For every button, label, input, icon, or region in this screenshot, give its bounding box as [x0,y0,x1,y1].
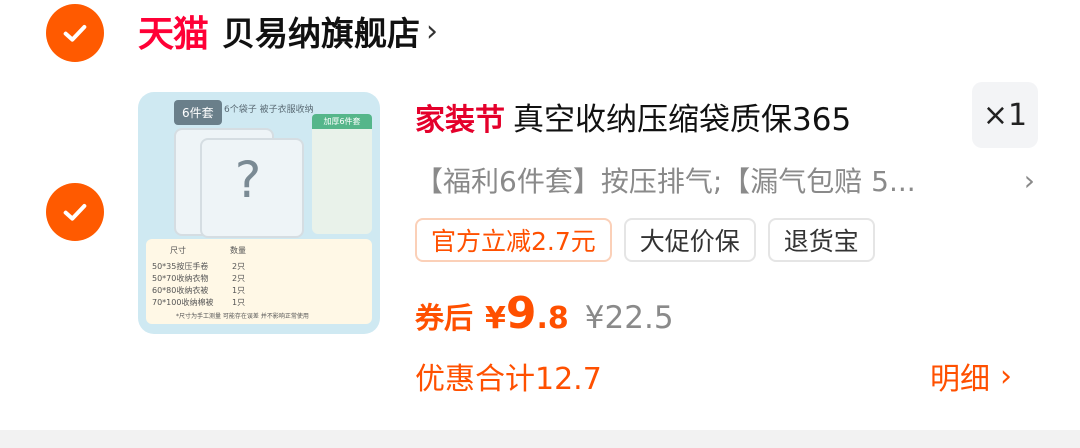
section-divider [0,430,1080,448]
price-currency: ¥ [485,301,506,336]
store-name[interactable]: 贝易纳旗舰店 [222,7,420,55]
table-header-size: 尺寸 [170,246,186,255]
thumbnail-subtitle: 6个袋子 被子衣服收纳 [224,105,314,115]
chip-official-discount: 官方立减2.7元 [415,218,612,262]
chevron-right-icon: › [1000,358,1012,394]
promo-tag: 家装节 [415,102,505,138]
checkmark-icon [63,204,87,221]
service-tags: 官方立减2.7元 大促价保 退货宝 [415,218,875,262]
quantity-stepper[interactable]: ×1 [972,82,1038,148]
table-cell: 2只 [232,274,246,283]
table-header-qty: 数量 [230,246,246,255]
original-price: ¥22.5 [584,300,674,336]
table-cell: 1只 [232,286,246,295]
chip-return-insurance: 退货宝 [767,218,875,262]
product-thumbnail[interactable]: 6件套 6个袋子 被子衣服收纳 ? 加厚6件套 尺寸 数量 50*35按压手卷 … [138,92,380,334]
table-cell: 1只 [232,298,246,307]
table-cell: 50*35按压手卷 [152,262,209,271]
feature-panel-header: 加厚6件套 [312,114,372,129]
detail-label: 明细 [930,362,990,397]
table-cell: 70*100收纳棉被 [152,298,214,307]
price-integer: 9 [505,288,537,339]
item-title[interactable]: 真空收纳压缩袋质保365 [513,94,851,139]
table-footnote: *尺寸为手工测量 可能存在误差 并不影响正常使用 [176,313,309,320]
item-title-row[interactable]: 家装节 真空收纳压缩袋质保365 [415,94,851,139]
question-mark-icon: ? [234,151,262,209]
coupon-price-label: 券后 [415,301,474,335]
checkmark-icon [63,25,87,42]
thumbnail-size-table: 尺寸 数量 50*35按压手卷 2只 50*70收纳衣物 2只 60*80收纳衣… [146,239,372,324]
table-cell: 50*70收纳衣物 [152,274,209,283]
thumbnail-tag: 6件套 [174,100,222,125]
discount-detail-button[interactable]: 明细 › [930,354,1012,398]
table-cell: 60*80收纳衣被 [152,286,209,295]
store-select-checkbox[interactable] [46,4,104,62]
store-header[interactable]: 天猫 贝易纳旗舰店 › [138,6,438,56]
sku-text: 【福利6件套】按压排气;【漏气包赔 5... [415,165,916,198]
price-decimal: .8 [536,301,569,336]
price-row: 券后 ¥ 9 .8 ¥22.5 [415,288,674,339]
item-select-checkbox[interactable] [46,183,104,241]
sku-selector[interactable]: 【福利6件套】按压排气;【漏气包赔 5... › [415,160,1035,200]
table-cell: 2只 [232,262,246,271]
discount-total: 优惠合计12.7 [415,362,602,397]
chip-price-protection: 大促价保 [623,218,756,262]
tmall-logo: 天猫 [138,14,209,55]
chevron-right-icon: › [426,13,439,49]
thumbnail-feature-panel: 加厚6件套 [312,114,372,234]
chevron-right-icon: › [1023,163,1035,197]
